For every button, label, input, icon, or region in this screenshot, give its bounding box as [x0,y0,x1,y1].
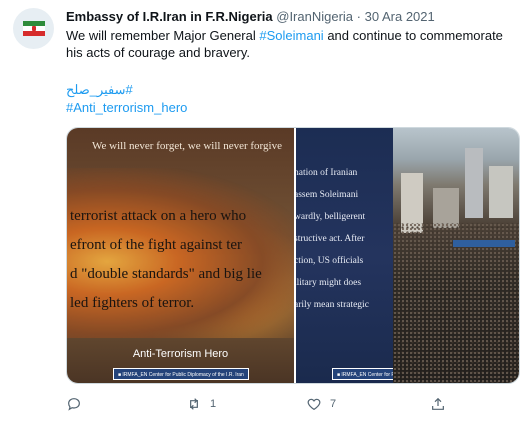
retweet-icon [190,398,198,410]
iran-flag-icon [23,21,45,36]
image-text-line: nation of Iranian [296,168,358,178]
reply-button[interactable] [66,394,90,414]
image-text-line: led fighters of terror. [70,295,195,311]
image-credit: ■ IRMFA_EN Center for Public Diplomacy o… [113,368,249,380]
building-shape [465,148,483,218]
retweet-button[interactable]: 1 [186,394,216,414]
image-caption: Anti-Terrorism Hero [132,348,229,360]
like-button[interactable]: 7 [306,394,336,414]
share-icon [432,397,444,410]
media-image-right[interactable] [393,128,519,383]
building-shape [489,166,513,218]
media-image-left[interactable]: We will never forget, we will never forg… [67,128,294,383]
image-text-line: terrorist attack on a hero who [70,208,247,224]
image-text-line: assem Soleimani [296,190,359,200]
tweet: Embassy of I.R.Iran in F.R.Nigeria @Iran… [0,0,532,426]
media-grid[interactable]: We will never forget, we will never forg… [66,127,520,384]
separator: · [356,9,361,24]
image-text-line: wardly, belligerent [296,212,366,222]
image-text-line: efront of the fight against ter [70,237,243,253]
image-body-text: terrorist attack on a hero who efront of… [70,202,294,318]
building-shape [433,188,459,228]
hashtag-persian[interactable]: #سفیر_صلح [66,81,146,99]
display-name[interactable]: Embassy of I.R.Iran in F.R.Nigeria [66,9,273,24]
image-body-text: nation of Iranian assem Soleimani wardly… [296,162,393,316]
like-count: 7 [330,398,337,410]
image-text-line: ction, US officials [296,256,364,266]
tweet-text-before: We will remember Major General [66,28,260,43]
image-text-line: arily mean strategic [296,300,369,310]
image-headline: We will never forget, we will never forg… [92,140,282,152]
heart-icon [307,398,321,411]
hashtag-soleimani[interactable]: #Soleimani [259,28,323,43]
image-text-line: structive act. After [296,234,365,244]
action-bar: 1 7 [66,394,520,414]
user-handle: @IranNigeria [276,9,354,24]
media-image-middle[interactable]: nation of Iranian assem Soleimani wardly… [296,128,393,383]
reply-icon [68,398,80,411]
image-credit: ■ IRMFA_EN Center for Public Diplomacy o… [332,368,393,380]
avatar[interactable] [13,8,54,49]
crowd-photo [393,223,519,383]
retweet-count: 1 [210,398,217,410]
tweet-date[interactable]: 30 Ara 2021 [365,9,435,24]
hashtag-list: #سفیر_صلح #Anti_terrorism_hero [66,81,187,117]
tweet-text: We will remember Major General #Soleiman… [66,27,506,61]
image-text-line: ilitary might does [296,278,362,288]
image-text-line: d "double standards" and big lie [70,266,262,282]
share-button[interactable] [430,394,446,414]
tweet-header: Embassy of I.R.Iran in F.R.Nigeria @Iran… [66,9,435,25]
hashtag-anti-terrorism-hero[interactable]: #Anti_terrorism_hero [66,99,187,117]
crowd-banner [453,240,515,247]
